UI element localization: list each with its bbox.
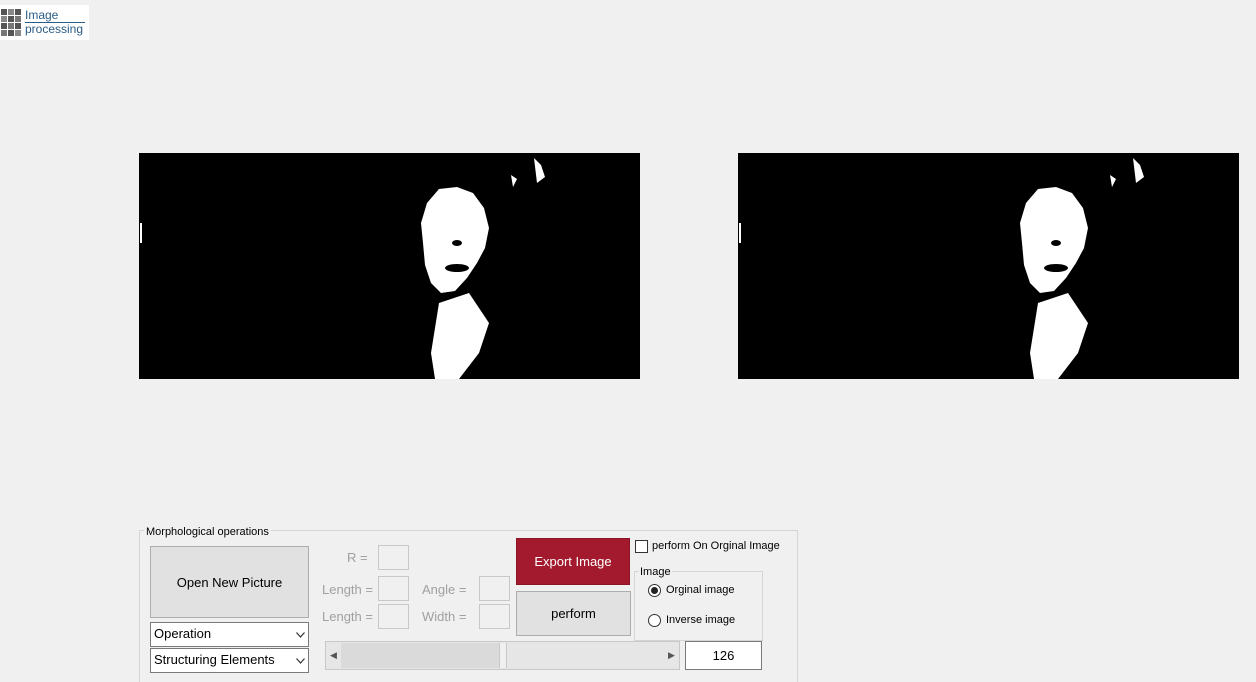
grid-logo-icon — [1, 9, 21, 36]
slider-track-left[interactable] — [341, 643, 499, 668]
structuring-select-value: Structuring Elements — [154, 652, 275, 667]
open-button-label: Open New Picture — [176, 574, 283, 590]
threshold-value-input[interactable]: 126 — [685, 641, 762, 670]
threshold-value: 126 — [712, 648, 735, 663]
processed-image-panel — [738, 153, 1239, 379]
image-group-title: Image — [639, 566, 672, 578]
open-new-picture-button[interactable]: Open New Picture — [150, 546, 309, 618]
r-input[interactable] — [378, 545, 409, 570]
perform-button[interactable]: perform — [516, 591, 631, 636]
width-label: Width = — [422, 609, 467, 624]
threshold-slider[interactable]: ◀ ▶ — [325, 641, 680, 670]
length-label-1: Length = — [322, 582, 373, 597]
chevron-down-icon — [292, 623, 308, 646]
group-title: Morphological operations — [144, 526, 271, 538]
inverse-image-radio-label: Inverse image — [666, 614, 736, 626]
angle-input[interactable] — [479, 576, 510, 601]
perform-on-original-checkbox[interactable] — [635, 540, 648, 553]
perform-on-original-label: perform On Orginal Image — [652, 540, 780, 552]
width-input[interactable] — [479, 604, 510, 629]
length-input-1[interactable] — [378, 576, 409, 601]
binary-portrait-image — [139, 153, 640, 379]
inverse-image-radio[interactable] — [648, 614, 661, 627]
angle-label: Angle = — [422, 582, 467, 597]
binary-portrait-result-image — [738, 153, 1239, 379]
logo-text-line2: processing — [25, 22, 84, 36]
chevron-down-icon — [292, 649, 308, 672]
image-radio-group — [634, 571, 763, 641]
export-image-button[interactable]: Export Image — [516, 538, 630, 585]
export-button-label: Export Image — [534, 554, 612, 569]
operation-select[interactable]: Operation — [150, 622, 309, 647]
structuring-elements-select[interactable]: Structuring Elements — [150, 648, 309, 673]
perform-button-label: perform — [551, 606, 596, 621]
length-input-2[interactable] — [378, 604, 409, 629]
slider-left-arrow-icon[interactable]: ◀ — [326, 642, 341, 669]
logo-text-line1: Image — [25, 8, 59, 22]
operation-select-value: Operation — [154, 626, 212, 641]
r-label: R = — [347, 550, 368, 565]
slider-right-arrow-icon[interactable]: ▶ — [664, 642, 679, 669]
original-image-radio[interactable] — [648, 584, 661, 597]
original-image-panel — [139, 153, 640, 379]
original-image-radio-label: Orginal image — [666, 584, 735, 596]
app-logo: Image processing — [0, 5, 89, 40]
radio-selected-dot — [651, 587, 658, 594]
length-label-2: Length = — [322, 609, 373, 624]
slider-thumb[interactable] — [499, 643, 507, 668]
